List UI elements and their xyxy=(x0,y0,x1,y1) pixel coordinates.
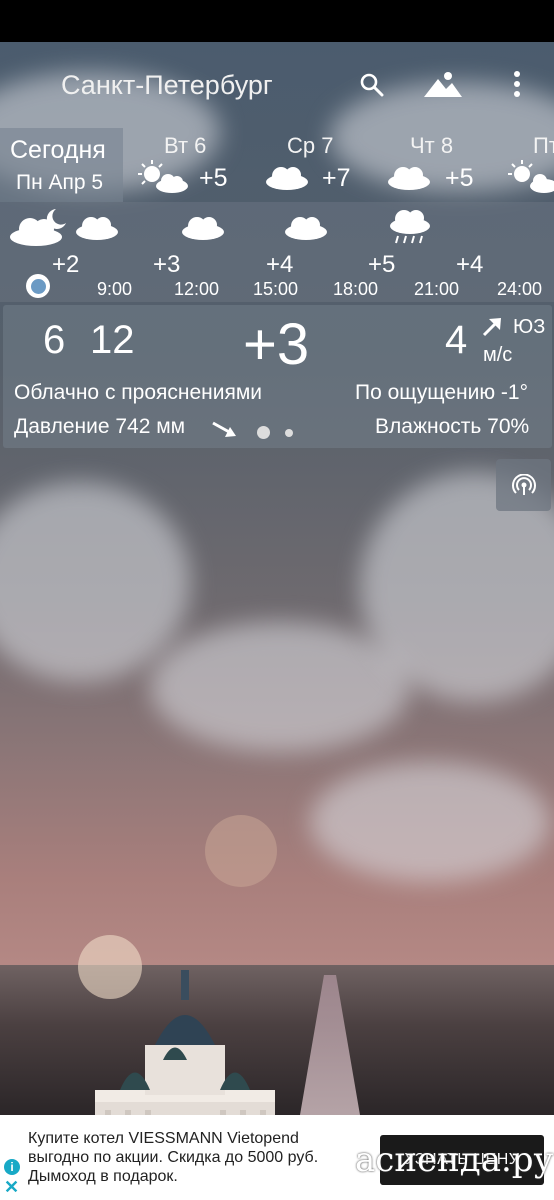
moon xyxy=(205,815,277,887)
city-title[interactable]: Санкт-Петербург xyxy=(61,70,273,101)
more-vertical-icon[interactable] xyxy=(505,66,529,102)
hourly-temp: +4 xyxy=(266,251,294,278)
day-name[interactable]: Ср 7 xyxy=(287,133,333,159)
today-date: Пн Апр 5 xyxy=(16,171,104,194)
hourly-temp: +5 xyxy=(368,251,396,278)
day-name[interactable]: Пт xyxy=(533,133,554,159)
hourly-time: 9:00 xyxy=(97,279,133,299)
current-time-marker xyxy=(26,274,50,298)
cloud-icon xyxy=(285,217,327,240)
partly-sunny-icon xyxy=(508,160,554,193)
day-name[interactable]: Чт 8 xyxy=(410,133,453,159)
ad-close-icon[interactable]: ✕ xyxy=(4,1178,20,1196)
cloud-icon xyxy=(266,167,308,190)
cloudy-night-icon xyxy=(10,209,66,246)
hourly-temp: +2 xyxy=(52,251,80,278)
wind-direction: ЮЗ xyxy=(513,316,546,338)
cloud-icon xyxy=(76,217,118,240)
radar-button[interactable] xyxy=(496,459,551,511)
condition-text: Облачно с прояснениями xyxy=(14,381,263,404)
humidity: Влажность 70% xyxy=(375,415,530,438)
ad-info-icon[interactable]: i xyxy=(4,1159,20,1175)
current-temp: +3 xyxy=(243,312,310,377)
rain-cloud-icon xyxy=(390,210,430,244)
page-dot-active xyxy=(257,426,270,439)
wind-unit: м/с xyxy=(483,344,513,366)
wind-speed: 4 xyxy=(445,318,468,362)
partly-sunny-icon xyxy=(138,160,188,193)
pressure-trend-icon xyxy=(212,421,236,437)
ad-text[interactable]: Купите котел VIESSMANN Vietopend выгодно… xyxy=(28,1129,358,1186)
feels-like: По ощущению -1° xyxy=(355,381,529,404)
temp-min: 6 xyxy=(43,318,66,362)
cloud-icon xyxy=(182,217,224,240)
search-icon[interactable] xyxy=(355,68,389,102)
today-label: Сегодня xyxy=(10,136,106,164)
day-temp: +7 xyxy=(322,164,351,192)
day-name[interactable]: Вт 6 xyxy=(164,133,206,159)
page-dot xyxy=(285,429,293,437)
status-bar xyxy=(0,0,554,42)
hourly-temp: +3 xyxy=(153,251,181,278)
hourly-time: 24:00 xyxy=(497,279,543,299)
hourly-temp: +4 xyxy=(456,251,484,278)
temp-max: 12 xyxy=(90,318,135,362)
hourly-time: 18:00 xyxy=(333,279,379,299)
broadcast-icon xyxy=(512,474,536,495)
day-temp: +5 xyxy=(199,164,228,192)
watermark: асиенда.ру xyxy=(355,1140,554,1180)
page-indicator xyxy=(257,426,297,440)
day-temp: +5 xyxy=(445,164,474,192)
pressure: Давление 742 мм xyxy=(14,415,186,438)
hourly-time: 15:00 xyxy=(253,279,299,299)
cloud-icon xyxy=(388,167,430,190)
hourly-time: 21:00 xyxy=(414,279,460,299)
wind-direction-arrow-icon xyxy=(482,318,501,337)
hourly-time: 12:00 xyxy=(174,279,220,299)
mountain-icon[interactable] xyxy=(420,66,466,102)
